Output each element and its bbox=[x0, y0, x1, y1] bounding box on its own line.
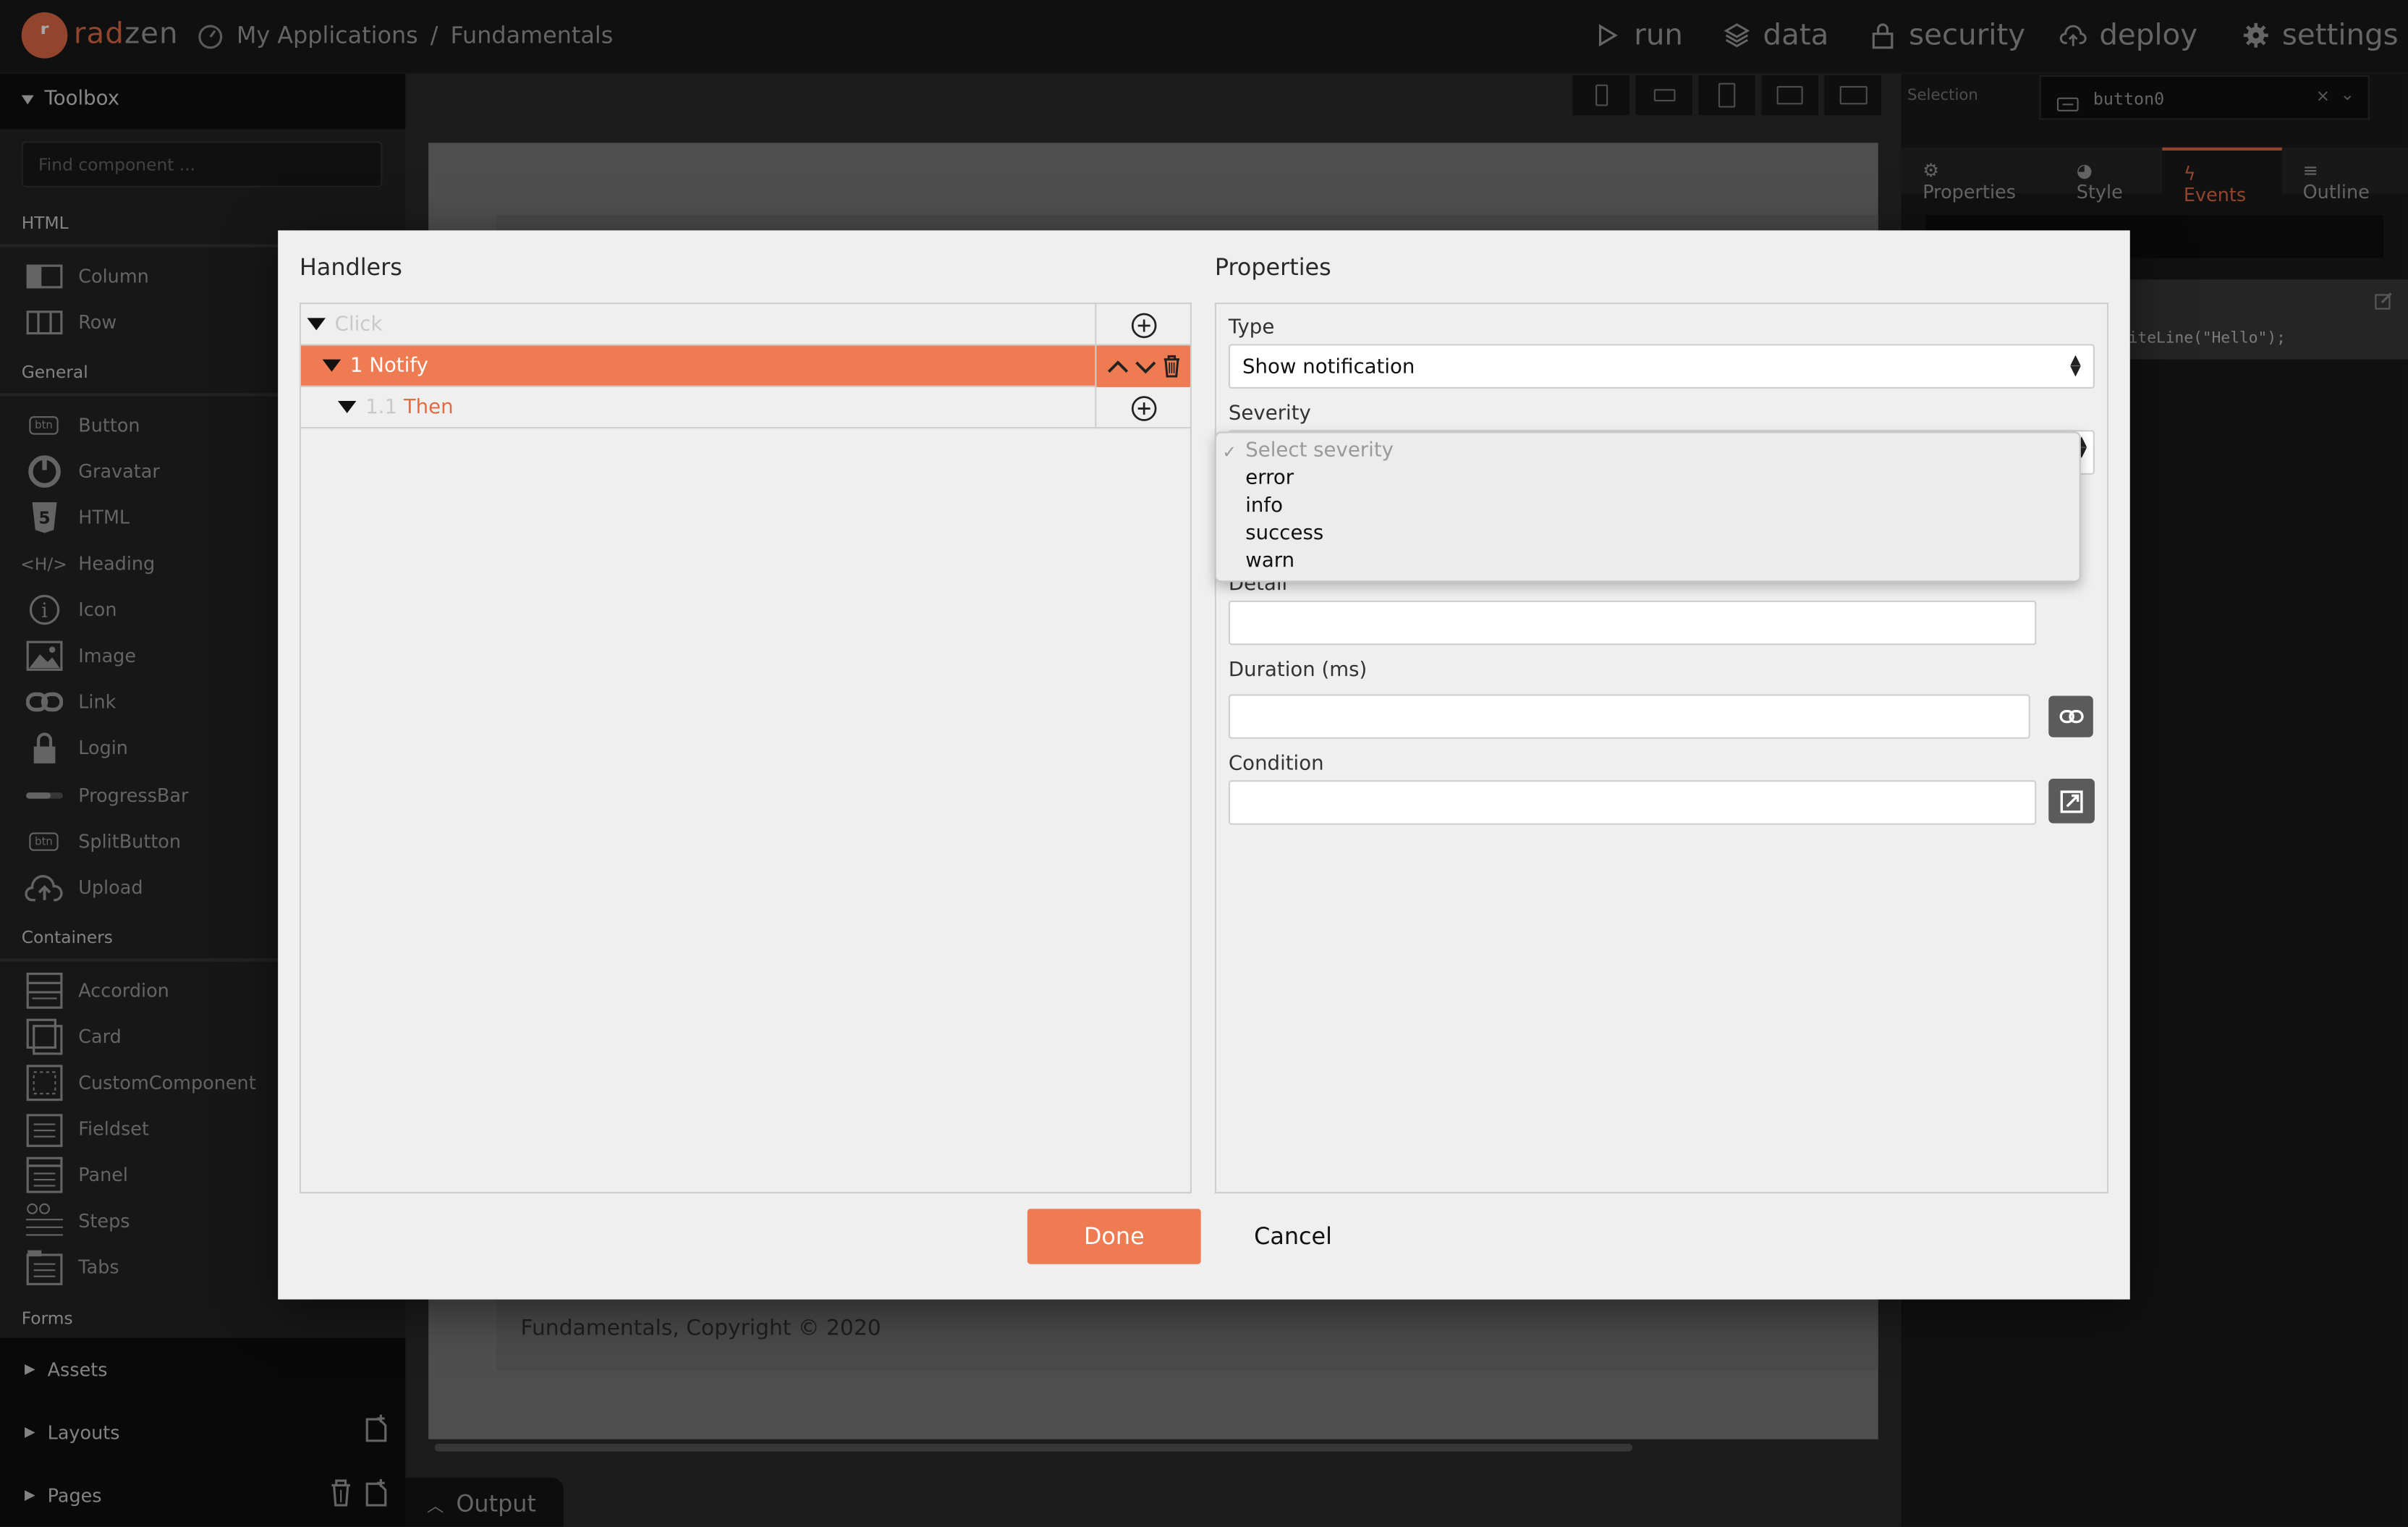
option-error[interactable]: error bbox=[1245, 467, 1294, 490]
done-button[interactable]: Done bbox=[1027, 1209, 1201, 1264]
trash-icon[interactable] bbox=[1162, 355, 1180, 378]
properties-title: Properties bbox=[1214, 253, 1331, 282]
option-info[interactable]: info bbox=[1245, 494, 1283, 517]
detail-input[interactable] bbox=[1228, 600, 2037, 646]
type-select[interactable]: Show notification ▲ ▼ bbox=[1228, 344, 2095, 389]
then-label: Then bbox=[403, 395, 454, 419]
handler-row-click[interactable]: Click bbox=[300, 304, 1190, 346]
severity-label: Severity bbox=[1228, 402, 1311, 426]
handlers-tree bbox=[299, 303, 1192, 1194]
move-down-icon[interactable] bbox=[1134, 359, 1156, 374]
checkmark-icon: ✓ bbox=[1222, 442, 1237, 462]
expand-triangle-icon[interactable] bbox=[337, 400, 357, 413]
option-warn[interactable]: warn bbox=[1245, 550, 1294, 573]
type-label: Type bbox=[1228, 316, 1275, 340]
bind-value-button[interactable] bbox=[2048, 695, 2093, 737]
handlers-title: Handlers bbox=[299, 253, 402, 282]
handler-row-notify[interactable]: 1 Notify bbox=[300, 345, 1190, 387]
condition-input[interactable] bbox=[1228, 780, 2037, 825]
handler-row-then[interactable]: 1.1 Then bbox=[300, 387, 1190, 429]
condition-label: Condition bbox=[1228, 752, 1324, 776]
severity-options-list: ✓ Select severity error info success war… bbox=[1214, 431, 2081, 583]
duration-input[interactable] bbox=[1228, 694, 2030, 739]
plus-circle-icon bbox=[1130, 395, 1156, 420]
event-name: Click bbox=[334, 312, 383, 336]
plus-circle-icon bbox=[1130, 312, 1156, 338]
add-then-action-button[interactable] bbox=[1095, 386, 1190, 429]
external-link-icon bbox=[2060, 790, 2083, 813]
link-icon bbox=[2059, 709, 2083, 724]
open-expression-button[interactable] bbox=[2048, 779, 2095, 824]
option-success[interactable]: success bbox=[1245, 523, 1323, 546]
action-name: Notify bbox=[369, 354, 428, 378]
duration-label: Duration (ms) bbox=[1228, 659, 1368, 682]
add-action-button[interactable] bbox=[1095, 304, 1190, 346]
expand-triangle-icon[interactable] bbox=[307, 318, 326, 331]
cancel-button[interactable]: Cancel bbox=[1229, 1209, 1357, 1264]
option-select-severity[interactable]: Select severity bbox=[1245, 439, 1394, 462]
select-arrows-icon: ▲ ▼ bbox=[2070, 353, 2081, 380]
expand-triangle-icon[interactable] bbox=[322, 359, 342, 372]
row-actions bbox=[1095, 345, 1190, 387]
move-up-icon[interactable] bbox=[1106, 359, 1128, 374]
then-number: 1.1 bbox=[365, 395, 398, 419]
type-value: Show notification bbox=[1242, 356, 1415, 380]
action-number: 1 bbox=[349, 354, 363, 378]
